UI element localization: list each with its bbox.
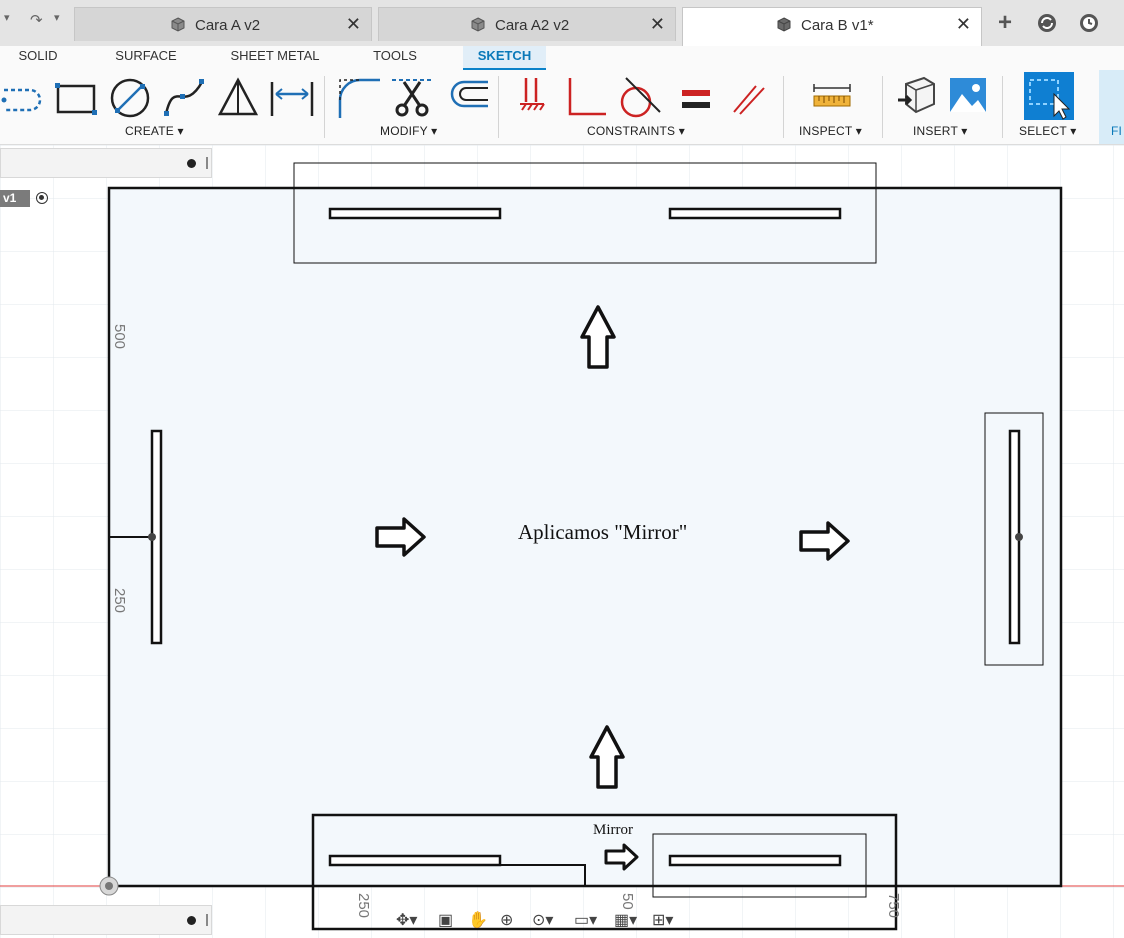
perpendicular-icon[interactable] [562, 74, 610, 118]
component-version-tag[interactable]: v1 [0, 190, 30, 207]
separator [498, 76, 499, 138]
close-tab-icon[interactable]: ✕ [346, 14, 361, 35]
tab-sheet-metal[interactable]: SHEET METAL [222, 46, 328, 68]
document-tab-bar: ▾ ↷ ▾ Cara A v2 ✕ Cara A2 v2 ✕ Cara B v1… [0, 0, 1124, 46]
dimension-label-250-horizontal: 250 [355, 893, 372, 919]
tab-cara-a[interactable]: Cara A v2 ✕ [74, 7, 372, 41]
panel-pin-icon[interactable] [187, 159, 196, 168]
tab-cara-b[interactable]: Cara B v1* ✕ [682, 7, 982, 46]
redo-dropdown-icon[interactable]: ▾ [54, 11, 60, 24]
parallel-icon[interactable] [726, 74, 770, 118]
top-slot-right[interactable] [668, 207, 842, 220]
dimension-label-750: 750 [885, 893, 902, 919]
grid-settings-icon[interactable]: ▦▾ [614, 910, 637, 930]
fit-icon[interactable]: ⊙▾ [532, 910, 553, 930]
measure-icon[interactable] [810, 74, 854, 118]
slot-icon[interactable] [0, 74, 46, 118]
finish-sketch-label[interactable]: FI [1111, 124, 1122, 138]
add-tab-icon[interactable]: + [990, 8, 1020, 38]
origin-center [105, 882, 113, 890]
tab-label: Cara B v1* [801, 17, 874, 34]
trim-icon[interactable] [390, 74, 436, 118]
display-settings-icon[interactable]: ▭▾ [574, 910, 597, 930]
workspace-tabs: SOLID SURFACE SHEET METAL TOOLS SKETCH [0, 46, 1124, 71]
component-cube-icon [777, 17, 791, 32]
constraints-menu[interactable]: CONSTRAINTS ▾ [587, 124, 685, 138]
insert-derive-icon[interactable] [894, 74, 936, 118]
component-cube-icon [471, 17, 485, 32]
history-controls: ▾ ↷ ▾ [0, 8, 70, 36]
bottom-slot-right[interactable] [668, 854, 842, 867]
separator [324, 76, 325, 138]
separator [882, 76, 883, 138]
dimension-label-500-horizontal: 50 [619, 893, 636, 910]
offset-icon[interactable] [444, 74, 490, 118]
close-tab-icon[interactable]: ✕ [650, 14, 665, 35]
create-menu[interactable]: CREATE ▾ [125, 124, 184, 138]
activate-component-radio[interactable] [36, 192, 48, 204]
browser-panel-header[interactable] [0, 148, 212, 178]
zoom-icon[interactable]: ⊕ [500, 910, 513, 930]
insert-image-icon[interactable] [948, 74, 988, 118]
equal-icon[interactable] [676, 74, 716, 118]
sketch-toolbar: CREATE ▾ MODIFY ▾ CONSTRAINTS ▾ INSPECT … [0, 70, 1124, 145]
triangle-icon[interactable] [216, 74, 260, 118]
online-status-icon[interactable] [1032, 8, 1062, 38]
spline-icon[interactable] [162, 74, 206, 118]
bottom-slot-left[interactable] [328, 854, 502, 867]
job-status-icon[interactable] [1074, 8, 1104, 38]
redo-icon[interactable]: ↷ [30, 11, 43, 29]
dimension-label-250-vertical: 250 [111, 588, 128, 614]
tab-sketch[interactable]: SKETCH [463, 46, 546, 71]
orbit-icon[interactable]: ✥▾ [396, 910, 417, 930]
insert-menu[interactable]: INSERT ▾ [913, 124, 968, 138]
panel-add-icon[interactable] [187, 916, 196, 925]
coincident-icon[interactable] [514, 74, 550, 118]
tab-solid[interactable]: SOLID [8, 46, 68, 68]
dimension-icon[interactable] [268, 74, 316, 118]
rectangle-icon[interactable] [54, 74, 98, 118]
modify-menu[interactable]: MODIFY ▾ [380, 124, 437, 138]
look-at-icon[interactable]: ▣ [438, 910, 453, 930]
tab-surface[interactable]: SURFACE [104, 46, 188, 68]
right-slot-point[interactable] [1015, 533, 1023, 541]
panel-resize-handle[interactable] [206, 914, 208, 926]
close-tab-icon[interactable]: ✕ [956, 14, 971, 35]
separator [783, 76, 784, 138]
tab-label: Cara A2 v2 [495, 17, 570, 34]
top-slot-left[interactable] [328, 207, 502, 220]
panel-resize-handle[interactable] [206, 157, 208, 169]
mirror-annotation-text: Aplicamos "Mirror" [518, 520, 688, 544]
tab-cara-a2[interactable]: Cara A2 v2 ✕ [378, 7, 676, 41]
fillet-icon[interactable] [336, 74, 382, 118]
inspect-menu[interactable]: INSPECT ▾ [799, 124, 862, 138]
component-cube-icon [171, 17, 185, 32]
select-icon[interactable] [1024, 72, 1074, 120]
dimension-label-500: 500 [111, 324, 128, 350]
tangent-icon[interactable] [616, 74, 664, 118]
tab-tools[interactable]: TOOLS [360, 46, 430, 68]
comments-panel-header[interactable] [0, 905, 212, 935]
circle-icon[interactable] [108, 74, 152, 118]
mirror-label: Mirror [593, 822, 633, 838]
left-slot-point[interactable] [148, 533, 156, 541]
separator [1002, 76, 1003, 138]
undo-dropdown-icon[interactable]: ▾ [4, 11, 10, 24]
viewports-icon[interactable]: ⊞▾ [652, 910, 673, 930]
pan-icon[interactable]: ✋ [468, 910, 488, 930]
select-menu[interactable]: SELECT ▾ [1019, 124, 1076, 138]
tab-label: Cara A v2 [195, 17, 261, 34]
